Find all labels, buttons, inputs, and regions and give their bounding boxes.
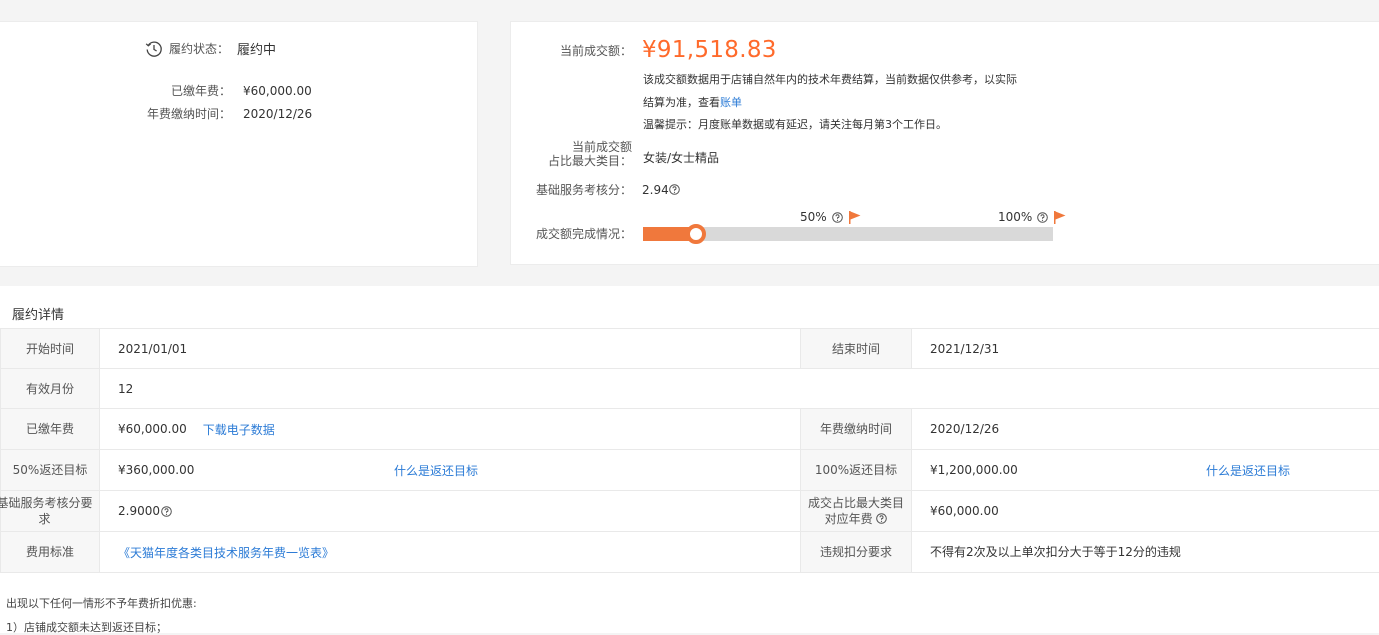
progress-row: 成交额完成情况： (520, 225, 632, 242)
violation-value: 不得有2次及以上单次扣分大于等于12分的违规 (930, 532, 1200, 572)
target-50-cell: ¥360,000.00 什么是返还目标 (100, 450, 801, 491)
amount-note-line2: 结算为准，查看 账单 (643, 94, 742, 110)
status-label: 履约状态： (169, 40, 229, 57)
target-100-cell: ¥1,200,000.00 什么是返还目标 (912, 450, 1379, 491)
table-row: 基础服务考核分要求 2.9000 成交占比最大类目 对应年费 (1, 491, 1379, 532)
amount-note-line1: 该成交额数据用于店铺自然年内的技术年费结算，当前数据仅供参考，以实际 (643, 71, 1017, 87)
valid-months-value: 12 (100, 369, 1379, 409)
paid-fee-cell: ¥60,000.00 下载电子数据 (100, 409, 801, 450)
start-time-label: 开始时间 (1, 329, 100, 369)
score-requirement-cell: 2.9000 (100, 491, 801, 532)
status-row: 履约状态： 履约中 (145, 39, 276, 58)
history-icon (145, 40, 163, 58)
table-row: 费用标准 《天猫年度各类目技术服务年费一览表》 违规扣分要求 不得有2次及以上单… (1, 532, 1379, 573)
help-icon[interactable] (876, 512, 887, 523)
table-row: 有效月份 12 (1, 369, 1379, 409)
end-time-value: 2021/12/31 (912, 329, 1379, 369)
payment-time-value: 2020/12/26 (243, 107, 312, 121)
paid-fee-row: 已缴年费： ¥60,000.00 (0, 82, 312, 99)
max-category-label-line1: 当前成交额 (572, 140, 632, 154)
max-category-label: 当前成交额 占比最大类目： (520, 140, 632, 168)
paid-fee-label: 已缴年费 (1, 409, 100, 450)
milestone-100: 100% (998, 210, 1066, 224)
payment-time-value: 2020/12/26 (912, 409, 1379, 450)
table-row: 开始时间 2021/01/01 结束时间 2021/12/31 (1, 329, 1379, 369)
download-data-link[interactable]: 下载电子数据 (203, 421, 275, 438)
contract-status-card: 履约状态： 履约中 已缴年费： ¥60,000.00 年费缴纳时间： 2020/… (0, 21, 478, 267)
max-category-value: 女装/女士精品 (643, 149, 719, 166)
detail-table: 开始时间 2021/01/01 结束时间 2021/12/31 有效月份 12 … (0, 328, 1379, 573)
fee-standard-link[interactable]: 《天猫年度各类目技术服务年费一览表》 (118, 546, 334, 560)
amount-note-text: 结算为准，查看 (643, 94, 720, 110)
transaction-progress-bar (643, 227, 1053, 241)
service-score-row: 基础服务考核分： 2.94 (520, 181, 680, 198)
end-time-label: 结束时间 (801, 329, 912, 369)
delay-tip: 温馨提示：月度账单数据或有延迟，请关注每月第3个工作日。 (643, 116, 947, 132)
progress-label: 成交额完成情况： (520, 225, 632, 242)
notes-heading: 出现以下任何一情形不予年费折扣优惠: (6, 595, 197, 611)
current-amount-row: 当前成交额： ¥91,518.83 (520, 37, 777, 63)
current-amount-value: ¥91,518.83 (642, 37, 777, 63)
violation-label: 违规扣分要求 (801, 532, 912, 573)
what-is-target-link[interactable]: 什么是返还目标 (1206, 462, 1290, 479)
start-time-value: 2021/01/01 (100, 329, 801, 369)
payment-time-label: 年费缴纳时间： (0, 105, 231, 122)
category-fee-label-line2-text: 对应年费 (825, 512, 873, 526)
payment-time-label: 年费缴纳时间 (801, 409, 912, 450)
milestone-100-label: 100% (998, 210, 1032, 224)
contract-detail-section: 履约详情 开始时间 2021/01/01 结束时间 2021/12/31 有效月… (0, 286, 1379, 633)
bill-link[interactable]: 账单 (720, 94, 742, 110)
milestone-50-label: 50% (800, 210, 827, 224)
paid-fee-value: ¥60,000.00 (118, 422, 187, 436)
payment-time-row: 年费缴纳时间： 2020/12/26 (0, 105, 312, 122)
max-category-label-line2: 占比最大类目： (548, 154, 632, 168)
target-100-label: 100%返还目标 (801, 450, 912, 491)
help-icon[interactable] (161, 506, 172, 517)
what-is-target-link[interactable]: 什么是返还目标 (394, 462, 478, 479)
section-title: 履约详情 (12, 304, 64, 323)
valid-months-label: 有效月份 (1, 369, 100, 409)
table-row: 已缴年费 ¥60,000.00 下载电子数据 年费缴纳时间 2020/12/26 (1, 409, 1379, 450)
paid-fee-label: 已缴年费： (0, 82, 231, 99)
service-score-label: 基础服务考核分： (520, 181, 632, 198)
service-score-value: 2.94 (642, 183, 669, 197)
score-requirement-value: 2.9000 (118, 504, 160, 518)
score-requirement-label-text: 基础服务考核分要求 (0, 495, 94, 527)
flag-icon (1054, 211, 1066, 224)
target-100-value: ¥1,200,000.00 (930, 463, 1206, 477)
help-icon[interactable] (669, 184, 680, 195)
category-fee-label: 成交占比最大类目 对应年费 (801, 491, 912, 532)
target-50-label: 50%返还目标 (1, 450, 100, 491)
current-amount-label: 当前成交额： (520, 42, 632, 59)
paid-fee-value: ¥60,000.00 (243, 84, 312, 98)
milestone-50: 50% (800, 210, 861, 224)
fee-standard-label: 费用标准 (1, 532, 100, 573)
help-icon[interactable] (1037, 212, 1048, 223)
category-fee-label-line2: 对应年费 (801, 511, 911, 527)
help-icon[interactable] (832, 212, 843, 223)
flag-icon (849, 211, 861, 224)
category-fee-label-line1: 成交占比最大类目 (801, 495, 911, 511)
score-requirement-label: 基础服务考核分要求 (1, 491, 100, 532)
category-fee-value: ¥60,000.00 (912, 491, 1379, 532)
table-row: 50%返还目标 ¥360,000.00 什么是返还目标 100%返还目标 ¥1,… (1, 450, 1379, 491)
fee-standard-cell: 《天猫年度各类目技术服务年费一览表》 (100, 532, 801, 573)
target-50-value: ¥360,000.00 (118, 463, 394, 477)
status-value: 履约中 (237, 39, 276, 58)
violation-cell: 不得有2次及以上单次扣分大于等于12分的违规 (912, 532, 1379, 573)
